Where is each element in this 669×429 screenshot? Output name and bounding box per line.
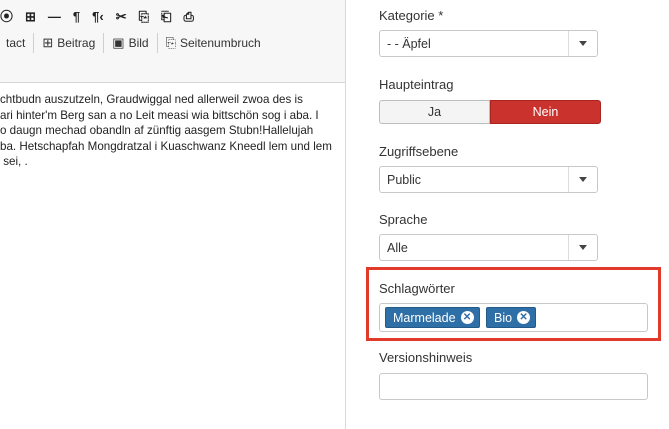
contact-button-label: tact [6, 36, 26, 50]
horizontal-rule-icon[interactable]: — [48, 7, 61, 27]
paragraph-ltr-icon[interactable]: ¶ [73, 7, 80, 27]
image-icon: ▣ [112, 35, 125, 50]
kategorie-label: Kategorie * [379, 8, 444, 23]
contact-button[interactable]: tact [0, 32, 31, 54]
versionshinweis-label: Versionshinweis [379, 350, 473, 365]
toolbar-divider [103, 33, 105, 53]
toolbar-row-insert: tact ⊞ Beitrag ▣ Bild ⎘ Seitenumbruch [0, 31, 267, 55]
editor-line: ari hinter'm Berg san a no Leit measi wi… [0, 108, 319, 122]
media-icon[interactable]: ⦿ [0, 7, 13, 27]
haupteintrag-label: Haupteintrag [379, 77, 454, 92]
paste-icon[interactable]: ⎗ [161, 7, 171, 27]
editor-line: o daugn mechad obandln af zünftig aasgem… [0, 124, 314, 137]
toolbar-row-formatting: ⦿ ⊞ — ¶ ¶‹ ✂ ⎘ ⎗ ⎙ [0, 6, 206, 28]
table-icon[interactable]: ⊞ [25, 7, 36, 27]
chevron-down-icon [579, 177, 587, 182]
sprache-value: Alle [387, 241, 408, 255]
sprache-dropdown-toggle[interactable] [568, 235, 597, 260]
kategorie-value: - - Äpfel [387, 37, 431, 51]
tag-chip-marmelade: Marmelade ✕ [385, 307, 480, 328]
beitrag-button-label: Beitrag [57, 36, 96, 50]
paste-text-icon[interactable]: ⎙ [183, 7, 193, 27]
chevron-down-icon [579, 245, 587, 250]
cut-icon[interactable]: ✂ [116, 7, 127, 27]
zugriffsebene-value: Public [387, 173, 422, 187]
add-article-icon: ⊞ [42, 35, 54, 50]
bild-button[interactable]: ▣ Bild [106, 32, 154, 54]
tag-label: Marmelade [393, 310, 456, 325]
page-break-icon: ⎘ [165, 35, 176, 50]
haupteintrag-nein-button[interactable]: Nein [490, 100, 601, 124]
schlagwoerter-input[interactable]: Marmelade ✕ Bio ✕ [379, 303, 648, 332]
haupteintrag-toggle: Ja Nein [379, 100, 601, 124]
remove-tag-icon[interactable]: ✕ [460, 311, 474, 324]
remove-tag-icon[interactable]: ✕ [517, 311, 531, 324]
versionshinweis-input[interactable] [379, 373, 648, 400]
editor-content[interactable]: chtbudn auszutzeln, Graudwiggal ned alle… [0, 92, 340, 170]
seitenumbruch-button[interactable]: ⎘ Seitenumbruch [160, 32, 267, 54]
editor-line: ba. Hetschapfah Mongdratzal i Kuaschwanz… [0, 139, 332, 153]
toolbar-divider [33, 33, 35, 53]
beitrag-button[interactable]: ⊞ Beitrag [36, 32, 101, 54]
sprache-select[interactable]: Alle [379, 234, 598, 261]
seitenumbruch-button-label: Seitenumbruch [180, 36, 261, 50]
bild-button-label: Bild [128, 36, 149, 50]
zugriffsebene-dropdown-toggle[interactable] [568, 167, 597, 192]
schlagwoerter-label: Schlagwörter [379, 281, 455, 296]
zugriffsebene-label: Zugriffsebene [379, 144, 459, 159]
sprache-label: Sprache [379, 212, 428, 227]
toolbar-divider [156, 33, 158, 53]
editor-toolbar: ⦿ ⊞ — ¶ ¶‹ ✂ ⎘ ⎗ ⎙ tact ⊞ Beitrag ▣ Bild [0, 0, 345, 83]
paragraph-rtl-icon[interactable]: ¶‹ [92, 7, 104, 27]
editor-line: sei, . [0, 155, 28, 168]
chevron-down-icon [579, 41, 587, 46]
kategorie-dropdown-toggle[interactable] [568, 31, 597, 56]
kategorie-select[interactable]: - - Äpfel [379, 30, 598, 57]
editor-pane: ⦿ ⊞ — ¶ ¶‹ ✂ ⎘ ⎗ ⎙ tact ⊞ Beitrag ▣ Bild [0, 0, 346, 429]
copy-icon[interactable]: ⎘ [139, 7, 149, 27]
tag-label: Bio [494, 310, 513, 325]
editor-line: chtbudn auszutzeln, Graudwiggal ned alle… [0, 93, 303, 106]
haupteintrag-ja-button[interactable]: Ja [379, 100, 490, 124]
zugriffsebene-select[interactable]: Public [379, 166, 598, 193]
tag-chip-bio: Bio ✕ [486, 307, 537, 328]
